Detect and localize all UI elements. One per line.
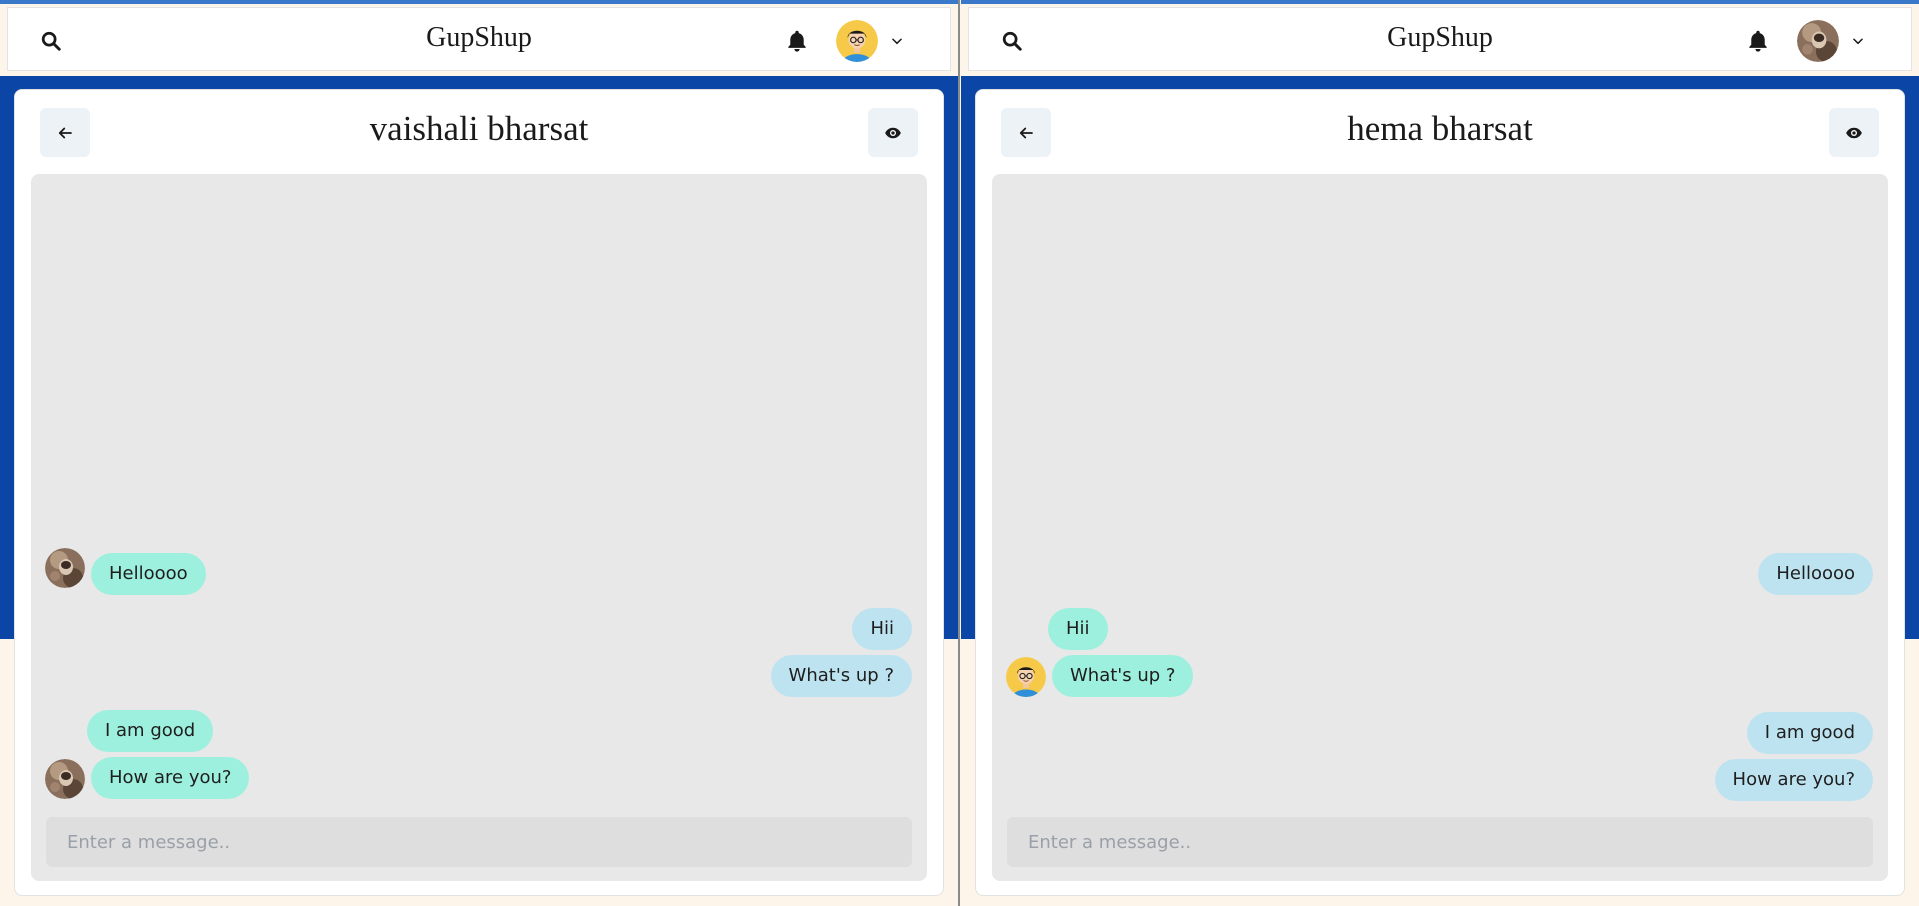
arrow-left-icon	[58, 127, 72, 138]
window-top-strip	[961, 0, 1919, 4]
message-bubble: Hii	[852, 608, 912, 650]
profile-menu[interactable]	[1797, 19, 1877, 63]
chat-title: vaishali bharsat	[369, 109, 589, 148]
eye-icon	[885, 127, 901, 138]
chat-card: hema bharsat Helloooo Hii What's up ? I …	[975, 89, 1905, 896]
message-bubble: Hii	[1048, 608, 1108, 650]
message-bubble: Helloooo	[1758, 553, 1873, 595]
sender-avatar	[45, 759, 85, 799]
app-header: GupShup	[968, 7, 1912, 71]
arrow-left-icon	[1019, 127, 1033, 138]
back-button[interactable]	[1001, 108, 1051, 157]
message-bubble: How are you?	[1714, 759, 1873, 801]
chevron-down-icon	[892, 38, 902, 45]
left-window: GupShup vaishali bharsat Helloooo Hii Wh…	[0, 0, 960, 906]
view-profile-button[interactable]	[868, 108, 918, 157]
chat-header: vaishali bharsat	[15, 90, 943, 174]
message-list[interactable]: Helloooo Hii What's up ? I am good How a…	[31, 174, 927, 881]
message-input[interactable]	[1007, 817, 1873, 867]
chat-header: hema bharsat	[976, 90, 1904, 174]
back-button[interactable]	[40, 108, 90, 157]
message-input[interactable]	[46, 817, 912, 867]
user-avatar	[836, 20, 878, 62]
message-bubble: What's up ?	[770, 655, 912, 697]
user-avatar	[1797, 20, 1839, 62]
message-bubble: I am good	[1746, 712, 1873, 754]
message-bubble: What's up ?	[1052, 655, 1194, 697]
app-header: GupShup	[7, 7, 951, 71]
message-list[interactable]: Helloooo Hii What's up ? I am good How a…	[992, 174, 1888, 881]
chat-card: vaishali bharsat Helloooo Hii What's up …	[14, 89, 944, 896]
message-bubble: I am good	[87, 710, 214, 752]
window-top-strip	[0, 0, 958, 4]
message-bubble: Helloooo	[91, 553, 206, 595]
bell-icon[interactable]	[1745, 28, 1771, 54]
right-window: GupShup hema bharsat Helloooo Hii What's…	[961, 0, 1919, 906]
search-icon[interactable]	[40, 30, 62, 52]
chat-title: hema bharsat	[1347, 109, 1533, 148]
sender-avatar	[45, 548, 85, 588]
bell-icon[interactable]	[784, 28, 810, 54]
profile-menu[interactable]	[836, 19, 916, 63]
eye-icon	[1846, 127, 1862, 138]
search-icon[interactable]	[1001, 30, 1023, 52]
chevron-down-icon	[1853, 38, 1863, 45]
sender-avatar	[1006, 657, 1046, 697]
message-bubble: How are you?	[91, 757, 250, 799]
view-profile-button[interactable]	[1829, 108, 1879, 157]
